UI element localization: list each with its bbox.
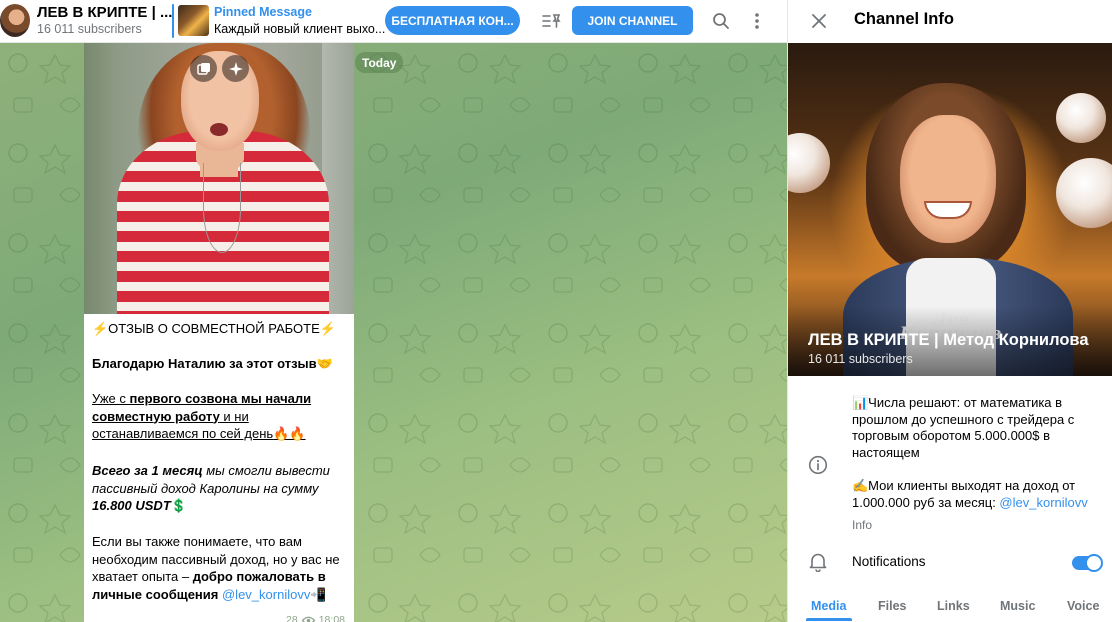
channel-info-panel: Channel Info ЛевКорнилов ЛЕВ В КРИПТЕ | … — [787, 0, 1112, 622]
join-channel-button[interactable]: JOIN CHANNEL — [572, 6, 693, 35]
tab-voice[interactable]: Voice — [1067, 599, 1099, 613]
tab-files[interactable]: Files — [878, 599, 907, 613]
chat-header: ЛЕВ В КРИПТЕ | ... 16 011 subscribers Pi… — [0, 0, 787, 43]
message-thanks-text: Благодарю Наталию за этот отзыв🤝 — [92, 356, 333, 371]
sparkle-effects-icon[interactable] — [222, 55, 249, 82]
message-paragraph-2: Уже с первого созвона мы начали совместн… — [92, 390, 328, 443]
pinned-list-icon[interactable] — [540, 10, 562, 32]
chat-area: Today ⚡ОТЗЫВ О СОВМЕСТНОЙ РАБОТЕ⚡ Благод… — [0, 43, 787, 622]
search-icon[interactable] — [710, 10, 732, 32]
coin-decoration — [788, 133, 830, 193]
channel-cover-photo[interactable]: ЛевКорнилов ЛЕВ В КРИПТЕ | Метод Корнило… — [788, 43, 1112, 376]
free-consult-button[interactable]: БЕСПЛАТНАЯ КОН... — [385, 6, 520, 35]
tab-links[interactable]: Links — [937, 599, 970, 613]
cover-channel-name: ЛЕВ В КРИПТЕ | Метод Корнилова — [808, 331, 1089, 349]
tab-media[interactable]: Media — [811, 599, 846, 613]
notifications-label: Notifications — [852, 554, 926, 569]
coin-decoration — [1056, 93, 1106, 143]
fire-emoji: 🔥🔥 — [273, 426, 306, 441]
info-label: Info — [852, 518, 873, 532]
p2-start: Уже с — [92, 391, 130, 406]
notifications-toggle[interactable] — [1072, 554, 1103, 572]
media-tabs: Media Files Links Music Voice — [788, 596, 1112, 622]
channel-title[interactable]: ЛЕВ В КРИПТЕ | ... — [37, 4, 172, 21]
tab-music[interactable]: Music — [1000, 599, 1035, 613]
active-tab-indicator — [806, 618, 852, 621]
message-heading: ⚡ОТЗЫВ О СОВМЕСТНОЙ РАБОТЕ⚡ — [92, 321, 336, 336]
panel-title: Channel Info — [854, 10, 954, 28]
message-paragraph-4: Если вы также понимаете, что вам необход… — [92, 533, 342, 603]
message-thanks: Благодарю Наталию за этот отзыв🤝 — [92, 355, 348, 373]
close-icon[interactable] — [808, 10, 830, 32]
cover-subject-face — [900, 115, 996, 243]
p3-bold: Всего за 1 месяц — [92, 463, 203, 478]
view-count: 28 — [286, 614, 298, 622]
message-time: 18:08 — [318, 614, 345, 622]
picture-in-picture-icon[interactable] — [190, 55, 217, 82]
pinned-thumbnail[interactable] — [178, 5, 209, 36]
message-paragraph-3: Всего за 1 месяц мы смогли вывести пасси… — [92, 462, 348, 515]
message-meta: 28 18:08 — [286, 614, 345, 622]
message-bubble[interactable]: ⚡ОТЗЫВ О СОВМЕСТНОЙ РАБОТЕ⚡ Благодарю На… — [84, 43, 354, 622]
pinned-text[interactable]: Каждый новый клиент выхо... — [214, 22, 385, 36]
username-link[interactable]: @lev_kornilovv — [222, 587, 310, 602]
channel-subscribers: 16 011 subscribers — [37, 22, 142, 36]
video-subject-mouth — [210, 123, 228, 136]
pinned-indicator — [172, 4, 174, 38]
channel-avatar[interactable] — [0, 4, 30, 37]
description-line-1: 📊Числа решают: от математика в прошлом д… — [852, 395, 1075, 460]
pinned-title[interactable]: Pinned Message — [214, 5, 312, 19]
description-line-2: ✍Мои клиенты выходят на доход от 1.000.0… — [852, 478, 1102, 511]
more-menu-icon[interactable] — [746, 10, 768, 32]
phone-emoji: 📲 — [310, 586, 327, 602]
dollar-emoji: 💲 — [170, 498, 187, 513]
channel-description: 📊Числа решают: от математика в прошлом д… — [852, 395, 1102, 528]
video-preview[interactable] — [84, 43, 354, 314]
p3-amount: 16.800 USDT — [92, 498, 171, 513]
panel-header: Channel Info — [788, 0, 1112, 43]
info-icon — [808, 455, 828, 475]
cover-subscribers: 16 011 subscribers — [808, 352, 913, 366]
toggle-knob — [1085, 554, 1103, 572]
video-subject-necklace — [203, 163, 241, 253]
eye-icon — [301, 616, 315, 622]
description-link[interactable]: @lev_kornilovv — [999, 495, 1087, 510]
date-separator: Today — [355, 52, 404, 73]
bell-icon — [809, 552, 827, 573]
